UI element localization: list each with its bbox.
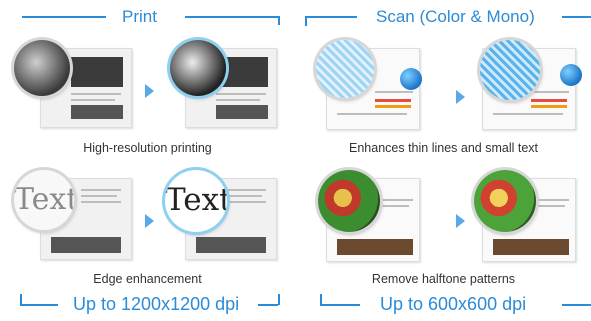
magnified-globe-icon <box>480 40 540 100</box>
print-footer: Up to 1200x1200 dpi <box>73 294 240 314</box>
header-line-right <box>185 16 279 18</box>
header-line-left <box>22 16 106 18</box>
magnified-photo-icon <box>14 40 70 96</box>
scan-header: Scan (Color & Mono) <box>376 7 535 26</box>
globe-icon <box>560 64 582 86</box>
magnified-globe-icon <box>316 40 374 98</box>
footer-tick-left <box>20 294 22 304</box>
header-tick-left <box>305 16 307 26</box>
magnified-food-icon <box>318 170 380 232</box>
footer-line-left <box>320 304 360 306</box>
arrow-icon <box>456 214 465 228</box>
arrow-icon <box>456 90 465 104</box>
feature-caption: Enhances thin lines and small text <box>349 141 538 155</box>
feature-caption: Remove halftone patterns <box>371 272 516 286</box>
scan-footer: Up to 600x600 dpi <box>380 294 527 314</box>
magnified-text-icon: Text <box>165 170 227 232</box>
footer-line-right <box>258 304 278 306</box>
footer-tick-right <box>278 294 280 305</box>
globe-icon <box>400 68 422 90</box>
arrow-icon <box>145 214 154 228</box>
header-tick-right <box>278 16 280 25</box>
magnified-photo-icon <box>170 40 226 96</box>
arrow-icon <box>145 84 154 98</box>
feature-caption: Edge enhancement <box>93 272 202 286</box>
footer-tick-left <box>320 294 322 304</box>
magnified-food-icon <box>474 170 536 232</box>
feature-caption: High-resolution printing <box>83 141 212 155</box>
scan-panel: Scan (Color & Mono) Enhances thin lines … <box>296 0 591 321</box>
print-panel: Print High-resolution printing Text Text… <box>0 0 295 321</box>
footer-line-right <box>562 304 591 306</box>
header-line-left <box>305 16 357 18</box>
magnified-text-icon: Text <box>14 170 74 230</box>
print-header: Print <box>122 7 157 26</box>
footer-line-left <box>20 304 58 306</box>
header-line-right <box>562 16 591 18</box>
